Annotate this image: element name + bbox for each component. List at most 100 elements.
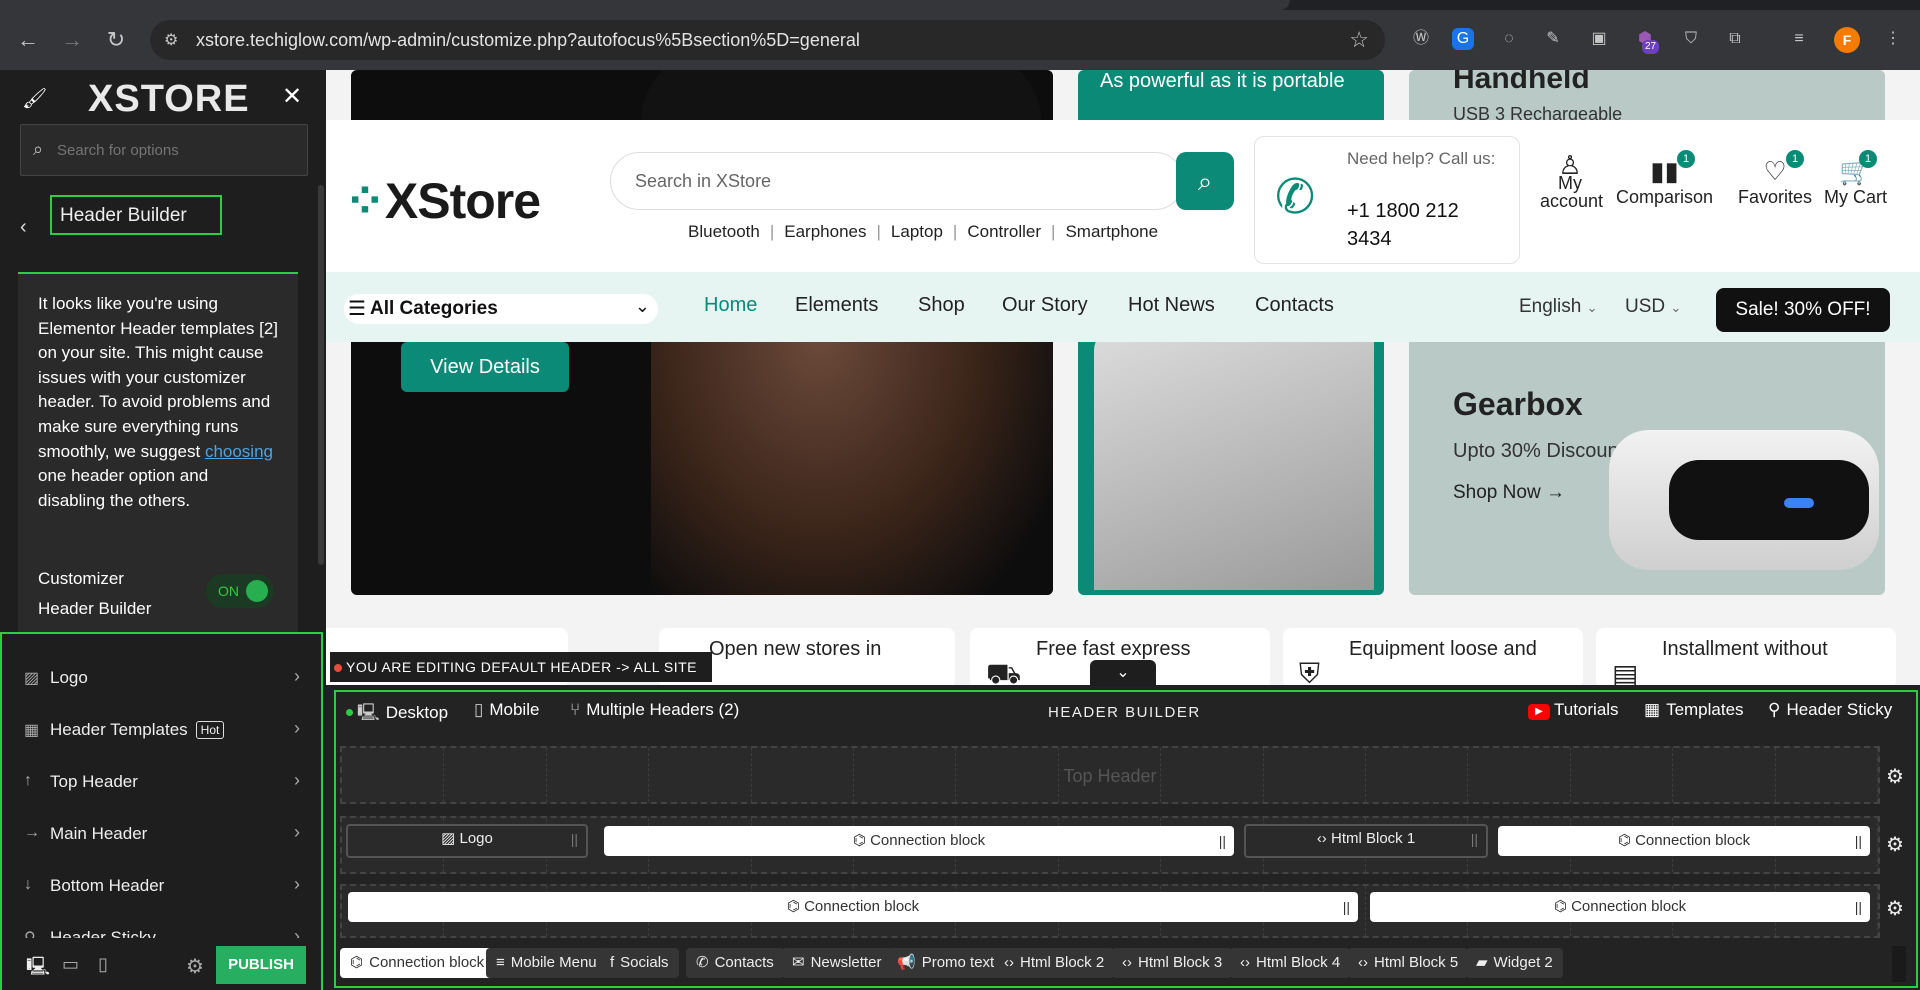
tab-desktop[interactable]: 🖳 Desktop	[346, 700, 448, 729]
tutorials-link[interactable]: ▶ Tutorials	[1528, 700, 1619, 721]
drag-handle[interactable]: ||	[1343, 892, 1350, 922]
all-categories-dropdown[interactable]: ☰ All Categories ⌄	[344, 294, 658, 324]
site-search[interactable]: Search in XStore	[610, 152, 1184, 210]
nav-contacts[interactable]: Contacts	[1255, 294, 1334, 317]
tab-multiple-headers[interactable]: ⑂ Multiple Headers (2)	[570, 700, 739, 720]
options-search[interactable]: ⌕	[20, 124, 308, 176]
chevron-left-icon[interactable]: ‹	[20, 216, 27, 239]
tablet-preview-icon[interactable]: ▭	[62, 954, 79, 975]
available-connection-block[interactable]: ⌬ Connection block	[340, 948, 495, 978]
block-connection[interactable]: ⌬ Connection block ||	[1498, 826, 1870, 856]
nav-elements[interactable]: Elements	[795, 294, 878, 317]
available-html-block-4[interactable]: ‹› Html Block 4	[1230, 948, 1351, 978]
media-control-icon[interactable]: ≡	[1786, 26, 1812, 52]
available-html-block-3[interactable]: ‹› Html Block 3	[1112, 948, 1233, 978]
comparison[interactable]: ▮▮ 1 Comparison	[1616, 150, 1713, 208]
builder-scrollbar[interactable]	[1892, 946, 1906, 982]
available-html-block-5[interactable]: ‹› Html Block 5	[1348, 948, 1469, 978]
block-html-1[interactable]: ‹› Html Block 1 ||	[1244, 824, 1488, 858]
block-connection[interactable]: ⌬ Connection block ||	[1370, 892, 1870, 922]
available-html-block-2[interactable]: ‹› Html Block 2	[994, 948, 1115, 978]
hub-ext-icon[interactable]: ⬢ 27	[1632, 26, 1660, 54]
templates-link[interactable]: ▦ Templates	[1644, 700, 1744, 720]
menu-item-logo[interactable]: ▨ Logo ›	[20, 658, 300, 698]
block-connection[interactable]: ⌬ Connection block ||	[348, 892, 1358, 922]
drag-handle[interactable]: ||	[1855, 826, 1862, 856]
menu-item-header-templates[interactable]: ▦ Header Templates Hot ›	[20, 710, 300, 750]
tab-mobile[interactable]: ▯ Mobile	[474, 700, 539, 720]
address-bar[interactable]: ⚙ xstore.techiglow.com/wp-admin/customiz…	[150, 20, 1385, 60]
sync-ext-icon[interactable]: ◌	[1496, 26, 1522, 52]
tag-link[interactable]: Laptop	[891, 222, 943, 241]
tag-link[interactable]: Controller	[967, 222, 1041, 241]
drag-handle[interactable]: ||	[1471, 826, 1478, 852]
account-icon: ♙	[1558, 150, 1582, 180]
help-phone[interactable]: +1 1800 212 3434	[1347, 197, 1507, 253]
menu-item-bottom-header[interactable]: ↓ Bottom Header ›	[20, 866, 300, 906]
back-icon[interactable]: ←	[14, 26, 42, 54]
address-url[interactable]: xstore.techiglow.com/wp-admin/customize.…	[196, 30, 860, 51]
available-promo-text[interactable]: 📢 Promo text	[887, 948, 1005, 978]
nav-our-story[interactable]: Our Story	[1002, 294, 1088, 317]
collapse-builder-button[interactable]: ⌄	[1090, 660, 1156, 686]
top-row-gear-icon[interactable]: ⚙	[1886, 764, 1904, 789]
settings-gear-icon[interactable]: ⚙	[186, 954, 204, 979]
choosing-link[interactable]: choosing	[205, 442, 273, 461]
drag-handle[interactable]: ||	[571, 826, 578, 852]
menu-item-main-header[interactable]: → Main Header ›	[20, 814, 300, 854]
language-select[interactable]: English ⌄	[1519, 296, 1598, 318]
header-builder-toggle[interactable]: ON	[206, 574, 274, 608]
my-cart[interactable]: 🛒 1 My Cart	[1824, 150, 1887, 208]
mobile-preview-icon[interactable]: ▯	[98, 954, 108, 975]
close-icon[interactable]: ✕	[282, 82, 302, 111]
publish-button[interactable]: PUBLISH	[216, 946, 306, 984]
tag-link[interactable]: Bluetooth	[688, 222, 760, 241]
currency-select[interactable]: USD ⌄	[1625, 296, 1681, 318]
menu-item-header-sticky[interactable]: ⚲ Header Sticky ›	[20, 918, 300, 938]
nav-shop[interactable]: Shop	[918, 294, 965, 317]
main-row-gear-icon[interactable]: ⚙	[1886, 832, 1904, 857]
active-tab[interactable]	[0, 0, 1290, 10]
nav-hot-news[interactable]: Hot News	[1128, 294, 1215, 317]
reload-icon[interactable]: ↻	[102, 26, 130, 54]
site-info-icon[interactable]: ⚙	[164, 30, 184, 50]
tag-link[interactable]: Smartphone	[1065, 222, 1158, 241]
available-contacts[interactable]: ✆ Contacts	[686, 948, 784, 978]
site-search-placeholder[interactable]: Search in XStore	[635, 171, 771, 192]
translate-ext-icon[interactable]: G	[1452, 28, 1474, 50]
sale-button[interactable]: Sale! 30% OFF!	[1716, 288, 1890, 332]
site-logo[interactable]: ⁘XStore	[344, 172, 541, 230]
browser-menu-icon[interactable]: ⋮	[1880, 26, 1906, 52]
header-sticky-link[interactable]: ⚲ Header Sticky	[1768, 700, 1892, 720]
available-widget-2[interactable]: ▰ Widget 2	[1466, 948, 1563, 978]
site-search-button[interactable]: ⌕	[1176, 152, 1234, 210]
block-connection[interactable]: ⌬ Connection block ||	[604, 826, 1234, 856]
drag-handle[interactable]: ||	[1219, 826, 1226, 856]
drag-handle[interactable]: ||	[1855, 892, 1862, 922]
shield-ext-icon[interactable]: ⛉	[1678, 26, 1704, 52]
nav-home[interactable]: Home	[704, 294, 757, 317]
available-mobile-menu[interactable]: ≡ Mobile Menu	[486, 948, 607, 978]
block-logo[interactable]: ▨ Logo ||	[346, 824, 588, 858]
shop-now-link[interactable]: Shop Now →	[1453, 482, 1565, 504]
bookmark-star-icon[interactable]: ☆	[1349, 27, 1369, 53]
tag-link[interactable]: Earphones	[784, 222, 866, 241]
options-search-input[interactable]	[57, 139, 297, 161]
wordpress-ext-icon[interactable]: Ⓦ	[1408, 26, 1434, 52]
menu-item-top-header[interactable]: ↑ Top Header ›	[20, 762, 300, 802]
forward-icon[interactable]: →	[58, 26, 86, 54]
favorites[interactable]: ♡ 1 Favorites	[1738, 150, 1812, 208]
desktop-preview-icon[interactable]: 🖳	[26, 954, 50, 984]
my-account[interactable]: ♙ My account	[1540, 150, 1603, 210]
shield-check-icon: ⛨	[1299, 658, 1321, 685]
bottom-row-gear-icon[interactable]: ⚙	[1886, 896, 1904, 921]
picker-ext-icon[interactable]: ✎	[1540, 26, 1566, 52]
top-header-row[interactable]: Top Header	[340, 746, 1880, 804]
available-socials[interactable]: f Socials	[600, 948, 679, 978]
extensions-puzzle-icon[interactable]: ⧉	[1722, 26, 1748, 52]
view-details-button[interactable]: View Details	[401, 342, 569, 392]
profile-avatar[interactable]: F	[1834, 27, 1860, 53]
brush-icon[interactable]: 🖌	[22, 86, 47, 111]
available-newsletter[interactable]: ✉ Newsletter	[782, 948, 892, 978]
screen-ext-icon[interactable]: ▣	[1586, 26, 1612, 52]
